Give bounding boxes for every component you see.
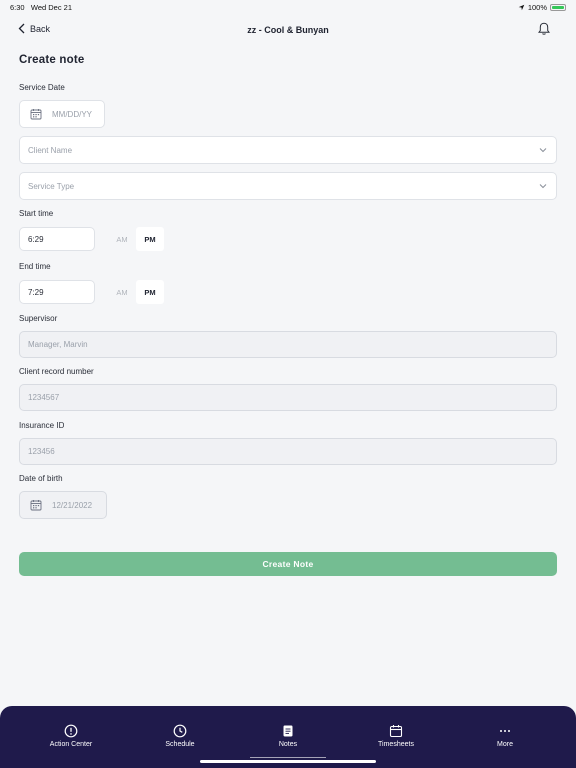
create-note-button[interactable]: Create Note	[19, 552, 557, 576]
start-am-option[interactable]: AM	[108, 227, 136, 251]
chevron-down-icon	[539, 148, 547, 153]
battery-percent: 100%	[527, 3, 547, 12]
date-of-birth-label: Date of birth	[19, 474, 63, 483]
status-time: 6:30 Wed Dec 21	[10, 3, 73, 12]
insurance-id-label: Insurance ID	[19, 421, 65, 430]
bottom-tab-bar: Action Center Schedule Notes Timesheets …	[0, 706, 576, 768]
chevron-down-icon	[539, 184, 547, 189]
navigation-bar: Back zz - Cool & Bunyan	[0, 18, 576, 42]
home-indicator	[200, 760, 376, 763]
start-time-ampm-toggle: AM PM	[108, 227, 164, 251]
service-date-label: Service Date	[19, 83, 65, 92]
client-name-select[interactable]: Client Name	[19, 136, 557, 164]
calendar-icon	[30, 109, 42, 120]
battery-icon	[550, 4, 566, 11]
more-icon	[500, 730, 510, 732]
alert-circle-icon	[64, 724, 78, 738]
tab-timesheets[interactable]: Timesheets	[356, 724, 436, 748]
end-am-option[interactable]: AM	[108, 280, 136, 304]
tab-label: Action Center	[49, 741, 93, 748]
end-time-input[interactable]: 7:29	[19, 280, 95, 304]
tab-notes[interactable]: Notes	[248, 724, 328, 748]
active-tab-indicator	[250, 757, 326, 758]
start-time-label: Start time	[19, 209, 54, 218]
supervisor-label: Supervisor	[19, 314, 58, 323]
calendar-icon	[30, 500, 42, 511]
start-time-value: 6:29	[28, 234, 44, 244]
status-right: 100%	[518, 3, 566, 12]
status-bar: 6:30 Wed Dec 21 100%	[0, 0, 576, 14]
note-icon	[283, 725, 293, 737]
location-icon	[518, 4, 525, 11]
insurance-id-field: 123456	[19, 438, 557, 465]
end-time-value: 7:29	[28, 287, 44, 297]
tab-label: Timesheets	[378, 741, 414, 748]
end-time-ampm-toggle: AM PM	[108, 280, 164, 304]
start-pm-option[interactable]: PM	[136, 227, 164, 251]
client-record-number-field: 1234567	[19, 384, 557, 411]
service-date-field[interactable]: MM/DD/YY	[19, 100, 105, 128]
client-record-number-label: Client record number	[19, 367, 94, 376]
bell-icon[interactable]	[536, 21, 552, 37]
supervisor-field: Manager, Marvin	[19, 331, 557, 358]
supervisor-value: Manager, Marvin	[28, 340, 88, 349]
tab-label: Notes	[278, 741, 298, 748]
tab-more[interactable]: More	[465, 724, 545, 748]
tab-label: Schedule	[165, 741, 195, 748]
tab-label: More	[497, 741, 513, 748]
date-of-birth-field: 12/21/2022	[19, 491, 107, 519]
clock-icon	[173, 724, 187, 738]
date-of-birth-value: 12/21/2022	[52, 500, 93, 510]
end-time-label: End time	[19, 262, 51, 271]
end-pm-option[interactable]: PM	[136, 280, 164, 304]
tab-action-center[interactable]: Action Center	[31, 724, 111, 748]
page-header-title: zz - Cool & Bunyan	[247, 25, 329, 35]
client-name-placeholder: Client Name	[28, 145, 73, 155]
page-title: Create note	[19, 54, 85, 66]
calendar-icon	[389, 725, 403, 738]
tab-schedule[interactable]: Schedule	[140, 724, 220, 748]
start-time-input[interactable]: 6:29	[19, 227, 95, 251]
service-type-placeholder: Service Type	[28, 181, 75, 191]
insurance-id-value: 123456	[28, 447, 55, 456]
client-record-number-value: 1234567	[28, 393, 60, 402]
service-type-select[interactable]: Service Type	[19, 172, 557, 200]
service-date-placeholder: MM/DD/YY	[52, 109, 92, 119]
